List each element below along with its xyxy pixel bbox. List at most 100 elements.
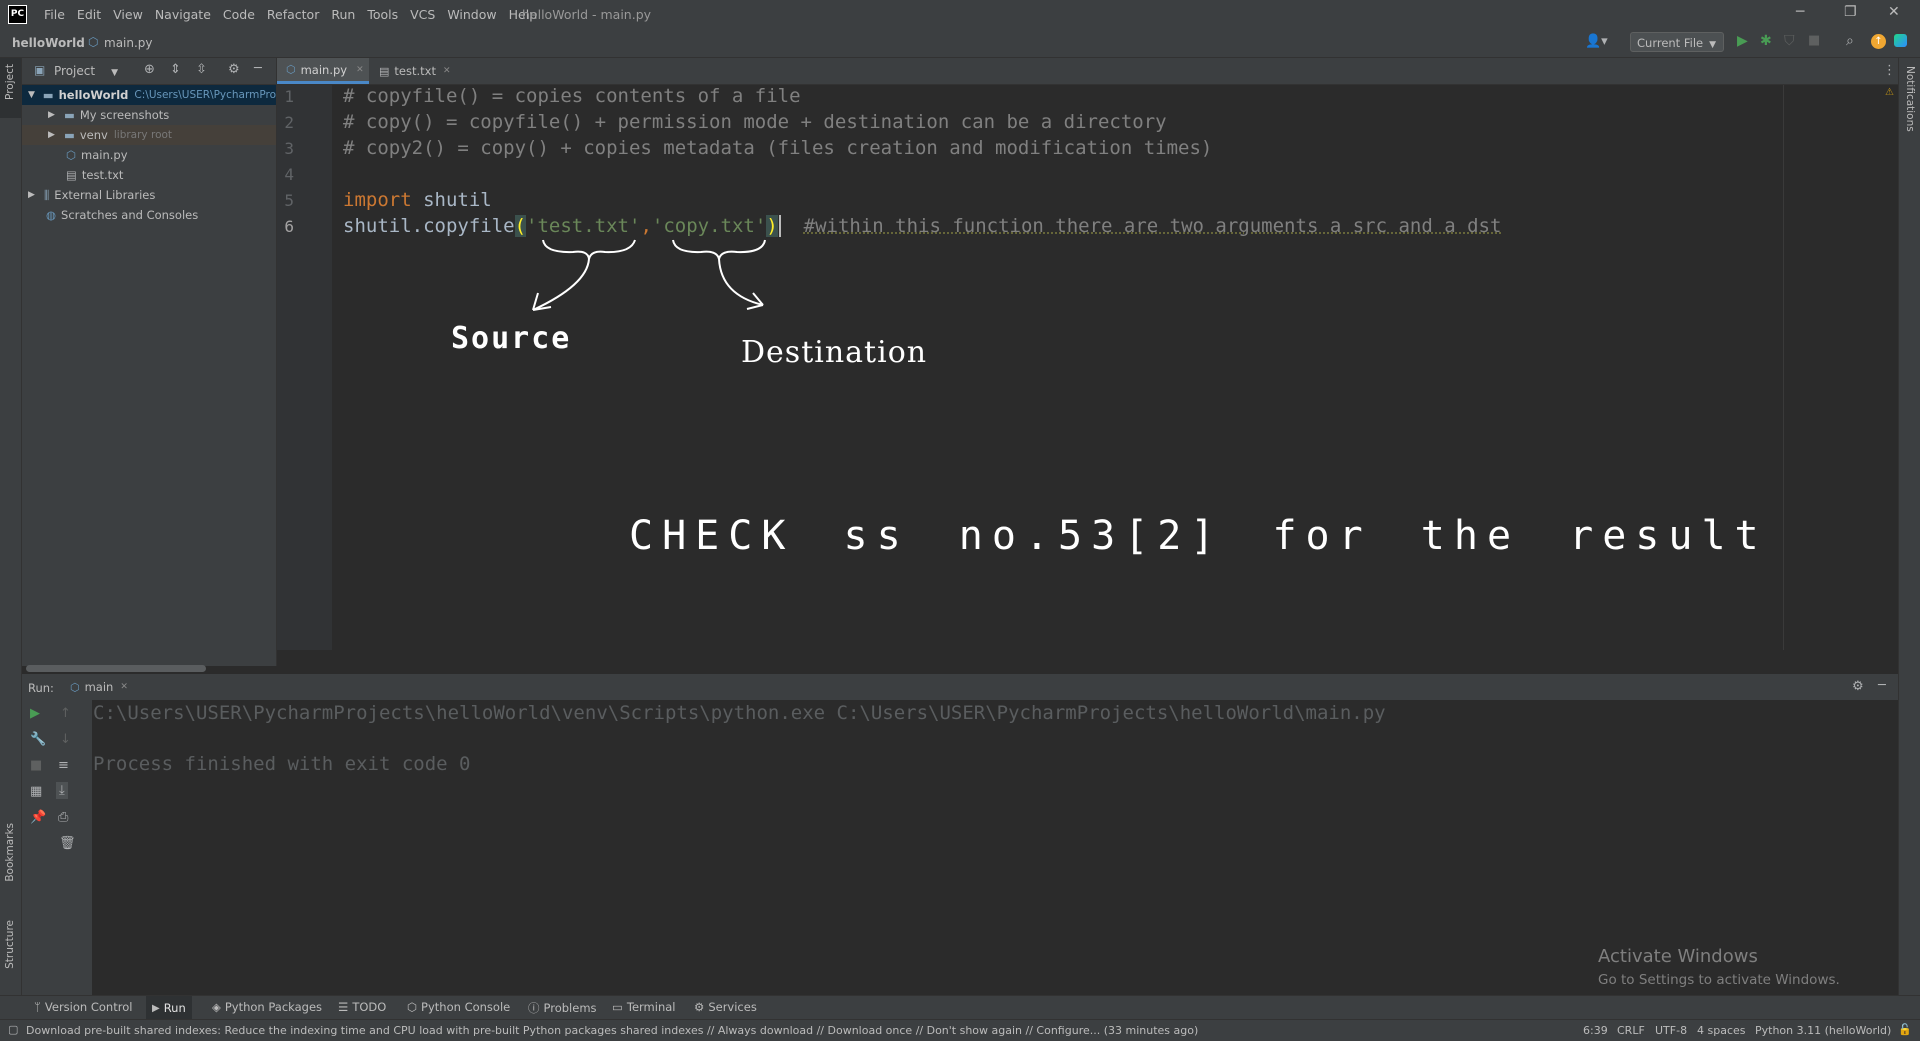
annotation-destination: Destination bbox=[741, 335, 928, 370]
text-file-icon: ▤ bbox=[379, 64, 390, 78]
gear-icon[interactable]: ⚙ bbox=[1852, 679, 1864, 694]
close-icon[interactable]: ✕ bbox=[1888, 4, 1900, 20]
menu-window[interactable]: Window bbox=[447, 7, 496, 22]
open-paren: ( bbox=[514, 215, 527, 237]
menu-edit[interactable]: Edit bbox=[77, 7, 101, 22]
tree-item-screenshots[interactable]: ▶ ▬ My screenshots bbox=[22, 105, 169, 125]
menu-run[interactable]: Run bbox=[331, 7, 355, 22]
layout-icon[interactable]: ▦ bbox=[30, 784, 42, 799]
minimize-icon[interactable]: ─ bbox=[1796, 4, 1804, 20]
jetbrains-icon[interactable] bbox=[1894, 34, 1907, 47]
expand-arrow-icon: ▶ bbox=[28, 190, 35, 200]
restore-icon[interactable]: ❐ bbox=[1844, 4, 1857, 20]
breadcrumb-project[interactable]: helloWorld bbox=[12, 36, 85, 50]
tree-item-helloworld[interactable]: ▼ ▬ helloWorld C:\Users\USER\PycharmPro bbox=[22, 85, 276, 105]
more-options-icon[interactable]: ⋮ bbox=[1883, 63, 1896, 78]
breadcrumb-file[interactable]: main.py bbox=[104, 36, 153, 50]
gear-icon[interactable]: ⚙ bbox=[228, 62, 240, 77]
project-tool-button[interactable]: Project bbox=[0, 58, 21, 118]
menu-file[interactable]: File bbox=[44, 7, 65, 22]
code-line-1: # copyfile() = copies contents of a file bbox=[343, 85, 801, 107]
tab-run[interactable]: ▶ Run bbox=[146, 996, 192, 1020]
debug-icon[interactable]: ✱ bbox=[1760, 33, 1772, 49]
tree-item-venv[interactable]: ▶ ▬ venv library root bbox=[22, 125, 276, 145]
menu-navigate[interactable]: Navigate bbox=[155, 7, 211, 22]
tab-python-console[interactable]: ⬡ Python Console bbox=[407, 1000, 510, 1014]
trash-icon[interactable]: 🗑 bbox=[59, 836, 76, 851]
tab-label: main.py bbox=[300, 62, 348, 77]
warning-icon[interactable]: ⚠ bbox=[1885, 87, 1894, 98]
pycharm-logo[interactable]: PC bbox=[8, 5, 27, 24]
close-tab-icon[interactable]: ✕ bbox=[443, 66, 451, 76]
run-config-select[interactable]: Current File ▼ bbox=[1630, 32, 1724, 52]
tree-item-scratches[interactable]: ◍ Scratches and Consoles bbox=[22, 205, 198, 225]
tab-todo[interactable]: ☰ TODO bbox=[338, 1000, 386, 1014]
scratches-icon: ◍ bbox=[46, 208, 57, 222]
close-tab-icon[interactable]: ✕ bbox=[120, 682, 128, 692]
stop-icon[interactable]: ■ bbox=[1808, 33, 1820, 48]
scroll-to-end-icon[interactable]: ⤓ bbox=[56, 782, 68, 799]
soft-wrap-icon[interactable]: ≡ bbox=[58, 758, 69, 773]
caret-position[interactable]: 6:39 bbox=[1583, 1024, 1608, 1037]
pin-icon[interactable]: 📌 bbox=[30, 810, 46, 825]
rerun-icon[interactable]: ▶ bbox=[30, 706, 40, 721]
tree-item-main-py[interactable]: ⬡ main.py bbox=[22, 145, 128, 165]
menu-vcs[interactable]: VCS bbox=[410, 7, 435, 22]
expand-all-icon[interactable]: ⇕ bbox=[170, 62, 181, 77]
search-icon[interactable]: ⌕ bbox=[1846, 33, 1854, 49]
navigation-bar: helloWorld ⬡ main.py 👤▾ Current File ▼ ▶ … bbox=[0, 29, 1920, 58]
status-square-icon[interactable]: ▢ bbox=[8, 1023, 18, 1036]
tab-python-packages[interactable]: ◈ Python Packages bbox=[212, 1000, 322, 1014]
project-view-select[interactable]: Project ▼ bbox=[54, 64, 118, 78]
user-icon[interactable]: 👤▾ bbox=[1585, 34, 1608, 49]
horizontal-scrollbar[interactable] bbox=[26, 665, 206, 672]
menu-refactor[interactable]: Refactor bbox=[267, 7, 319, 22]
menu-view[interactable]: View bbox=[113, 7, 143, 22]
hide-icon[interactable]: ─ bbox=[1878, 678, 1886, 693]
python-interpreter[interactable]: Python 3.11 (helloWorld) bbox=[1755, 1024, 1891, 1037]
collapse-all-icon[interactable]: ⇳ bbox=[196, 62, 207, 77]
tab-problems[interactable]: ⓘ Problems bbox=[528, 1000, 597, 1016]
lock-icon[interactable]: 🔓 bbox=[1898, 1023, 1912, 1036]
tab-services[interactable]: ⚙ Services bbox=[694, 1000, 757, 1014]
line-number: 5 bbox=[284, 191, 294, 210]
structure-tool-button[interactable]: Structure bbox=[0, 920, 21, 990]
update-icon[interactable]: ↑ bbox=[1871, 34, 1886, 49]
tab-main-py[interactable]: ⬡ main.py ✕ bbox=[277, 58, 369, 84]
tab-label: Problems bbox=[543, 1001, 597, 1015]
up-arrow-icon[interactable]: ↑ bbox=[60, 706, 71, 721]
tab-label: Python Packages bbox=[224, 1000, 323, 1014]
locate-icon[interactable]: ⊕ bbox=[144, 62, 155, 77]
bookmarks-tool-button[interactable]: Bookmarks bbox=[0, 823, 21, 903]
run-console-output[interactable]: C:\Users\USER\PycharmProjects\helloWorld… bbox=[92, 700, 1898, 995]
hide-icon[interactable]: ─ bbox=[254, 61, 262, 76]
run-tab-main[interactable]: ⬡ main ✕ bbox=[70, 674, 128, 700]
code-line-5: import shutil bbox=[343, 189, 492, 211]
file-encoding[interactable]: UTF-8 bbox=[1655, 1024, 1687, 1037]
down-arrow-icon[interactable]: ↓ bbox=[60, 732, 71, 747]
coverage-icon[interactable]: ⛉ bbox=[1784, 33, 1795, 49]
right-margin-guide bbox=[1783, 85, 1784, 650]
chevron-down-icon: ▼ bbox=[1709, 40, 1717, 50]
folder-icon: ▬ bbox=[64, 108, 75, 122]
tab-version-control[interactable]: ᛘ Version Control bbox=[34, 1000, 132, 1014]
folder-icon: ▬ bbox=[64, 128, 75, 142]
python-file-icon: ⬡ bbox=[88, 35, 99, 49]
tab-test-txt[interactable]: ▤ test.txt ✕ bbox=[377, 58, 459, 84]
wrench-icon[interactable]: 🔧 bbox=[30, 732, 46, 747]
run-icon[interactable]: ▶ bbox=[1737, 33, 1748, 49]
indent-setting[interactable]: 4 spaces bbox=[1697, 1024, 1746, 1037]
stop-icon[interactable]: ■ bbox=[30, 758, 42, 773]
status-bar: ▢ Download pre-built shared indexes: Red… bbox=[0, 1019, 1920, 1041]
status-message[interactable]: Download pre-built shared indexes: Reduc… bbox=[26, 1024, 1198, 1037]
tree-item-test-txt[interactable]: ▤ test.txt bbox=[22, 165, 123, 185]
notifications-tool-label[interactable]: Notifications bbox=[1904, 66, 1916, 132]
tab-terminal[interactable]: ▭ Terminal bbox=[612, 1000, 675, 1014]
tree-item-external-libraries[interactable]: ▶ ⫼ External Libraries bbox=[22, 185, 155, 205]
print-icon[interactable]: ⎙ bbox=[58, 810, 68, 825]
menu-tools[interactable]: Tools bbox=[367, 7, 398, 22]
close-tab-icon[interactable]: ✕ bbox=[356, 65, 364, 75]
line-separator[interactable]: CRLF bbox=[1617, 1024, 1645, 1037]
code-editor[interactable]: ⚠ # copyfile() = copies contents of a fi… bbox=[333, 85, 1898, 650]
menu-code[interactable]: Code bbox=[223, 7, 255, 22]
